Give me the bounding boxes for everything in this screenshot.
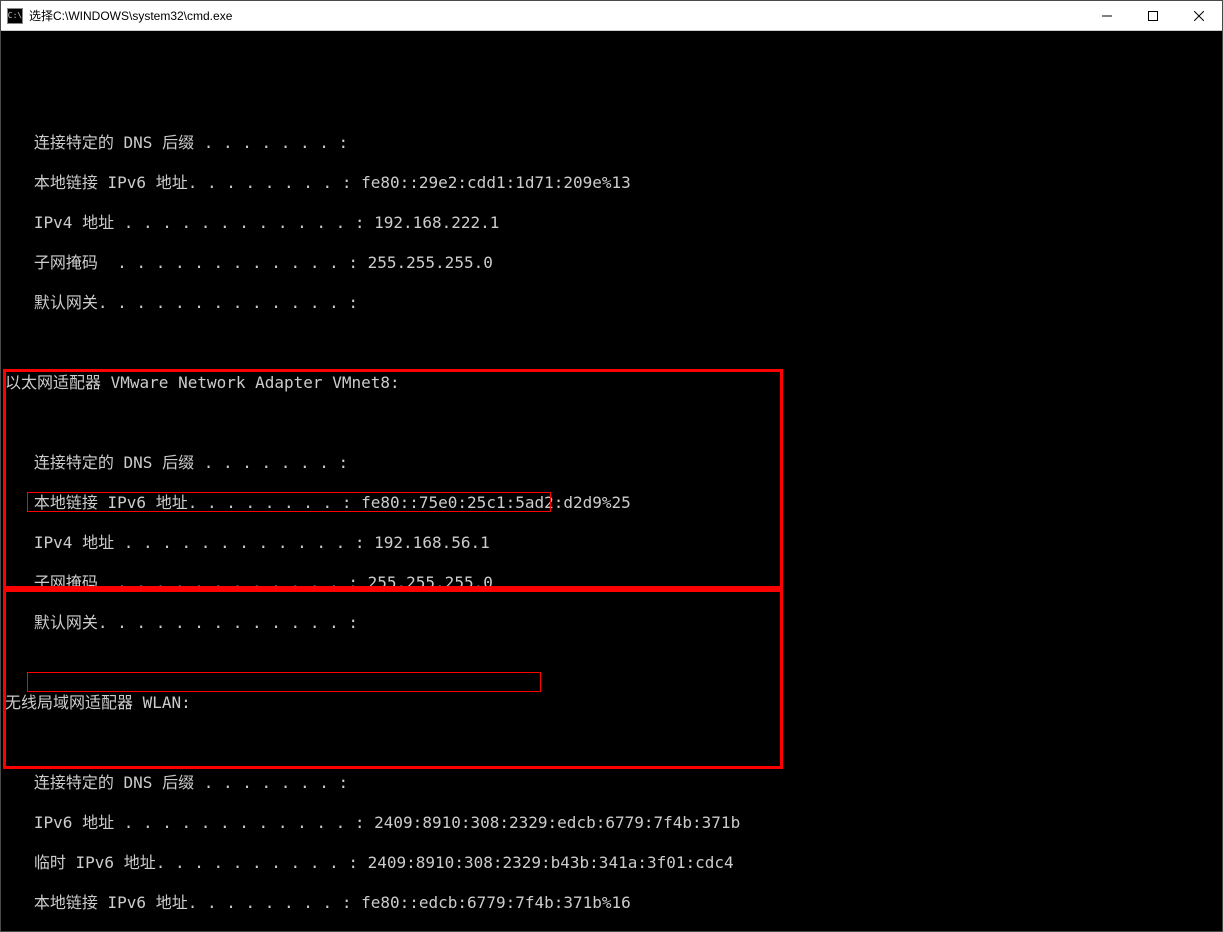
output-line: 本地链接 IPv6 地址. . . . . . . . : fe80::75e0…	[5, 493, 1218, 513]
output-line: 临时 IPv6 地址. . . . . . . . . . : 2409:891…	[5, 853, 1218, 873]
titlebar[interactable]: C:\ 选择C:\WINDOWS\system32\cmd.exe	[1, 1, 1222, 31]
cmd-icon: C:\	[7, 8, 23, 24]
adapter-header: 以太网适配器 VMware Network Adapter VMnet8:	[5, 373, 1218, 393]
output-line: 本地链接 IPv6 地址. . . . . . . . : fe80::29e2…	[5, 173, 1218, 193]
close-button[interactable]	[1176, 1, 1222, 30]
highlight-box-local4-ipv4	[27, 672, 541, 692]
adapter-header: 无线局域网适配器 WLAN:	[5, 693, 1218, 713]
window-title: 选择C:\WINDOWS\system32\cmd.exe	[29, 7, 1084, 24]
output-line	[5, 653, 1218, 673]
output-line: IPv4 地址 . . . . . . . . . . . . : 192.16…	[5, 213, 1218, 233]
maximize-icon	[1148, 11, 1158, 21]
output-line: 默认网关. . . . . . . . . . . . . :	[5, 293, 1218, 313]
close-icon	[1194, 11, 1204, 21]
output-line: 子网掩码 . . . . . . . . . . . . : 255.255.2…	[5, 573, 1218, 593]
output-line	[5, 733, 1218, 753]
output-line: 连接特定的 DNS 后缀 . . . . . . . :	[5, 453, 1218, 473]
minimize-button[interactable]	[1084, 1, 1130, 30]
cmd-icon-label: C:\	[8, 12, 22, 20]
output-line: IPv6 地址 . . . . . . . . . . . . : 2409:8…	[5, 813, 1218, 833]
minimize-icon	[1102, 11, 1112, 21]
output-line	[5, 333, 1218, 353]
output-line: 连接特定的 DNS 后缀 . . . . . . . :	[5, 133, 1218, 153]
highlight-box-wlan	[3, 369, 783, 589]
output-line	[5, 413, 1218, 433]
output-line: 连接特定的 DNS 后缀 . . . . . . . :	[5, 773, 1218, 793]
terminal-area[interactable]: 连接特定的 DNS 后缀 . . . . . . . : 本地链接 IPv6 地…	[1, 31, 1222, 931]
output-line: 本地链接 IPv6 地址. . . . . . . . : fe80::edcb…	[5, 893, 1218, 913]
cmd-window: C:\ 选择C:\WINDOWS\system32\cmd.exe 连接特定的 …	[0, 0, 1223, 932]
output-line: 子网掩码 . . . . . . . . . . . . : 255.255.2…	[5, 253, 1218, 273]
maximize-button[interactable]	[1130, 1, 1176, 30]
output-line: 默认网关. . . . . . . . . . . . . :	[5, 613, 1218, 633]
output-line	[5, 93, 1218, 113]
output-line: IPv4 地址 . . . . . . . . . . . . : 192.16…	[5, 533, 1218, 553]
terminal-content: 连接特定的 DNS 后缀 . . . . . . . : 本地链接 IPv6 地…	[5, 73, 1218, 931]
window-controls	[1084, 1, 1222, 30]
